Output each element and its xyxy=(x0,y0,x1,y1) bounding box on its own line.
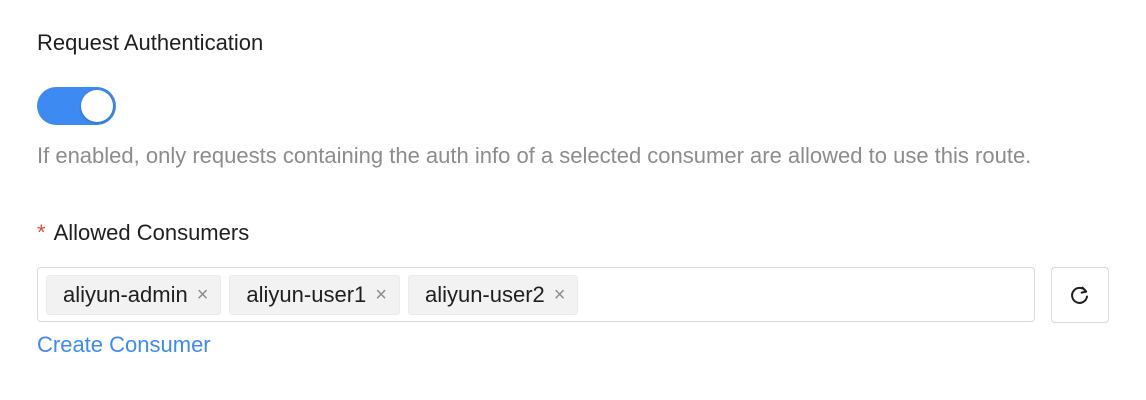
refresh-button[interactable] xyxy=(1051,267,1109,323)
request-authentication-section: Request Authentication If enabled, only … xyxy=(0,0,1146,400)
consumer-tag: aliyun-admin × xyxy=(46,274,222,315)
consumer-tag-label: aliyun-user2 xyxy=(424,281,545,307)
consumer-tag-label: aliyun-admin xyxy=(63,281,188,307)
close-icon[interactable]: × xyxy=(197,285,209,305)
create-consumer-link[interactable]: Create Consumer xyxy=(37,330,211,360)
consumer-tag: aliyun-user2 × xyxy=(407,274,579,315)
close-icon[interactable]: × xyxy=(375,285,387,305)
consumer-tag: aliyun-user1 × xyxy=(229,274,400,315)
close-icon[interactable]: × xyxy=(554,285,566,305)
refresh-icon xyxy=(1071,286,1088,304)
required-mark: * xyxy=(37,220,46,245)
consumer-tag-label: aliyun-user1 xyxy=(246,281,367,307)
allowed-consumers-label-text: Allowed Consumers xyxy=(53,220,250,245)
toggle-knob xyxy=(81,90,113,122)
consumers-select[interactable]: aliyun-admin × aliyun-user1 × aliyun-use… xyxy=(37,267,1035,322)
section-title: Request Authentication xyxy=(37,30,264,55)
allowed-consumers-label: * Allowed Consumers xyxy=(37,218,249,248)
request-auth-toggle[interactable] xyxy=(37,87,116,125)
help-text: If enabled, only requests containing the… xyxy=(37,143,1032,168)
